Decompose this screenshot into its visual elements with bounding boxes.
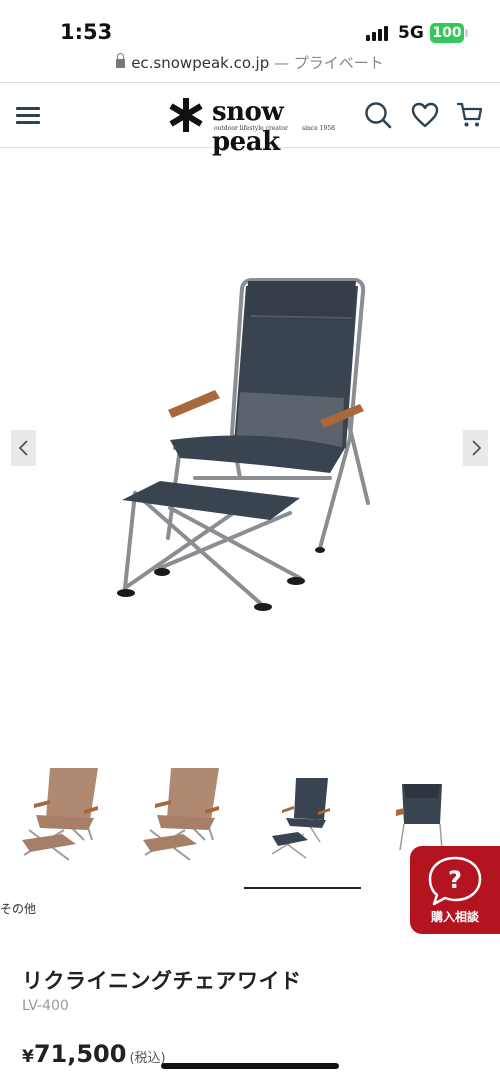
battery-tip bbox=[465, 29, 468, 37]
product-code: LV-400 bbox=[22, 998, 69, 1014]
gray-chair-thumbnail bbox=[271, 778, 330, 859]
logo-since: since 1958 bbox=[302, 125, 335, 132]
battery-icon: 100 bbox=[430, 23, 464, 43]
thumbnail-caption: その他 bbox=[0, 902, 37, 916]
question-chat-icon: ? bbox=[428, 856, 482, 906]
status-bar: 1:53 5G 100 bbox=[0, 0, 500, 52]
search-icon[interactable] bbox=[364, 101, 392, 129]
tax-note: (税込) bbox=[129, 1051, 166, 1066]
logo-tagline: outdoor lifestyle creator bbox=[214, 125, 288, 132]
price-amount: 71,500 bbox=[33, 1040, 127, 1068]
status-time: 1:53 bbox=[60, 20, 113, 44]
product-name: リクライニングチェアワイド bbox=[22, 969, 302, 993]
site-header: snow peak outdoor lifestyle creator sinc… bbox=[0, 82, 500, 157]
gallery-next-button[interactable] bbox=[463, 430, 488, 466]
svg-text:?: ? bbox=[448, 866, 462, 894]
active-thumbnail-indicator bbox=[244, 887, 361, 889]
url-text: ec.snowpeak.co.jp bbox=[131, 54, 270, 72]
signal-icon bbox=[366, 25, 392, 41]
url-separator: — bbox=[274, 54, 289, 72]
thumbnail-3[interactable] bbox=[244, 760, 362, 880]
home-indicator[interactable] bbox=[161, 1063, 339, 1069]
beige-chair-thumbnail bbox=[22, 768, 98, 861]
product-price: ¥71,500 (税込) bbox=[22, 1040, 166, 1068]
thumbnail-1[interactable] bbox=[4, 760, 122, 880]
chevron-left-icon bbox=[18, 440, 28, 456]
menu-icon[interactable] bbox=[14, 103, 42, 127]
snow-peak-logo[interactable]: snow peak outdoor lifestyle creator sinc… bbox=[166, 95, 336, 157]
private-label: プライベート bbox=[293, 54, 384, 72]
gallery-prev-button[interactable] bbox=[11, 430, 36, 466]
currency-symbol: ¥ bbox=[22, 1047, 34, 1067]
consult-label: 購入相談 bbox=[430, 910, 479, 924]
lock-icon bbox=[116, 53, 126, 68]
thumbnail-2[interactable] bbox=[125, 760, 243, 880]
chevron-right-icon bbox=[472, 440, 482, 456]
reclining-chair-image bbox=[117, 278, 370, 611]
beige-chair-thumbnail-alt bbox=[143, 768, 219, 861]
network-type: 5G bbox=[398, 23, 424, 43]
snowflake-logo-icon bbox=[169, 98, 203, 132]
purchase-consult-button[interactable]: ? 購入相談 bbox=[410, 846, 500, 934]
url-bar[interactable]: ec.snowpeak.co.jp — プライベート bbox=[0, 52, 500, 82]
product-main-image[interactable] bbox=[0, 148, 500, 748]
heart-icon[interactable] bbox=[411, 101, 439, 129]
cart-icon[interactable] bbox=[456, 101, 484, 129]
